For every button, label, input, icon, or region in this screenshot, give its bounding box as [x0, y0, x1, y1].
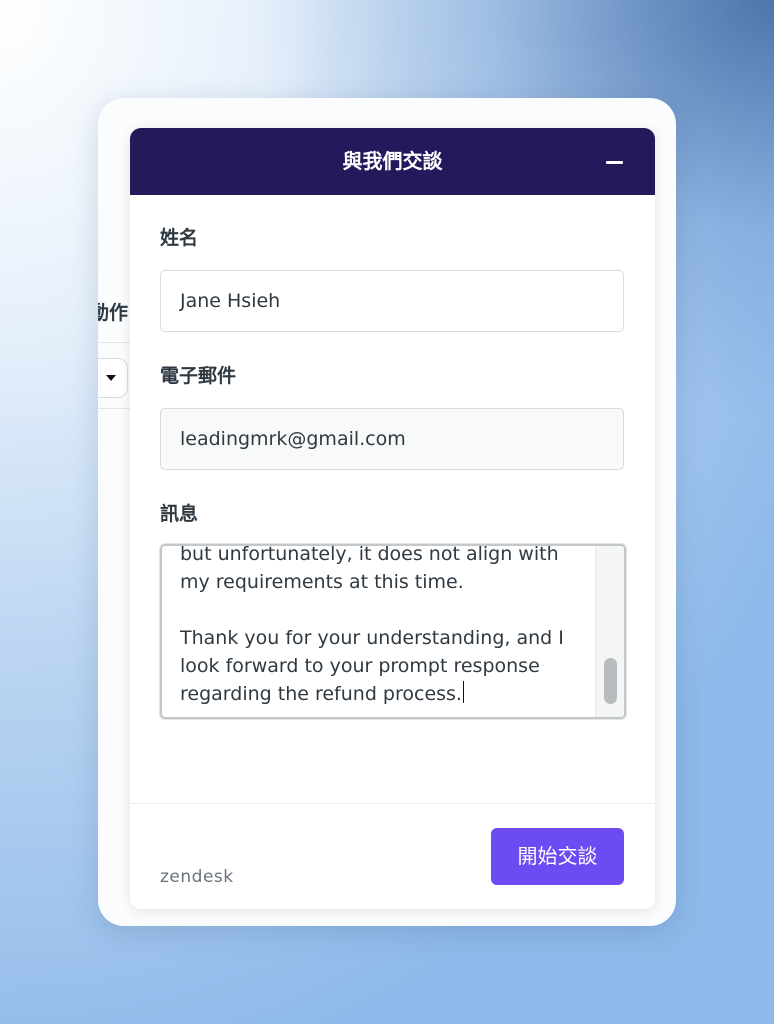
chat-widget: 與我們交談 姓名 Jane Hsieh 電子郵件 leadingmrk@gmai… [130, 128, 655, 909]
screenshot-frame: 動作 與我們交談 姓名 Jane Hsieh 電子郵件 leadingmrk@g… [98, 98, 676, 926]
start-chat-button[interactable]: 開始交談 [491, 828, 624, 885]
message-scrollbar-thumb[interactable] [604, 658, 617, 704]
message-label: 訊息 [160, 503, 199, 525]
message-scrollbar[interactable] [595, 546, 624, 717]
widget-footer: zendesk 開始交談 [130, 803, 655, 909]
widget-title: 與我們交談 [342, 149, 443, 173]
email-label: 電子郵件 [160, 365, 237, 387]
minimize-icon [606, 161, 623, 164]
name-field[interactable]: Jane Hsieh [160, 270, 624, 332]
name-label: 姓名 [160, 227, 199, 249]
text-cursor [462, 681, 464, 703]
minimize-button[interactable] [603, 149, 627, 173]
widget-header: 與我們交談 [130, 128, 655, 195]
background-page-dropdown[interactable] [98, 358, 128, 398]
zendesk-logo: zendesk [160, 867, 234, 887]
message-text: but unfortunately, it does not align wit… [180, 544, 564, 705]
background-page-divider [98, 342, 132, 343]
message-textarea[interactable]: but unfortunately, it does not align wit… [160, 544, 626, 719]
background-page-divider [98, 408, 132, 409]
email-field[interactable]: leadingmrk@gmail.com [160, 408, 624, 470]
background-page-label: 動作 [98, 302, 128, 324]
caret-down-icon [106, 375, 116, 381]
